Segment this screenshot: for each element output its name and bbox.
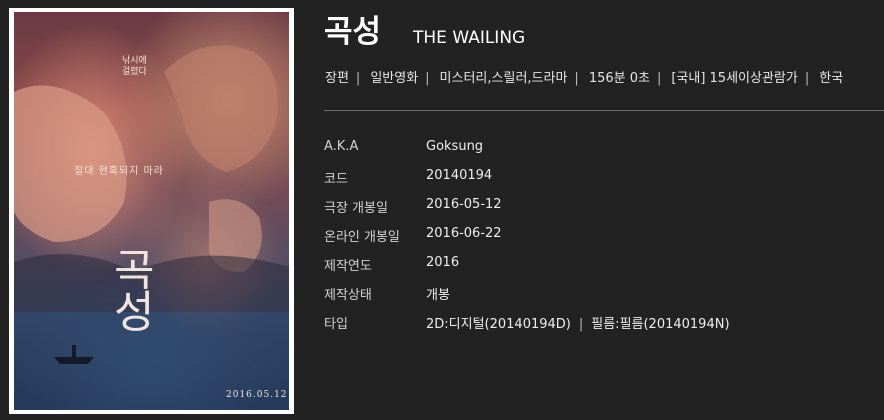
info-label-aka: A.K.A [324,139,359,154]
movie-title-korean: 곡성 [324,14,382,50]
poster-tagline-line2: 걸렸다 [122,67,147,77]
meta-runtime: 156분 0초 [588,71,650,86]
poster-figure-man [164,45,278,173]
info-value-online-release: 2016-06-22 [426,226,502,241]
info-value-type: 2D:디지털(20140194D) | 필름:필름(20140194N) [426,313,730,332]
movie-poster-frame: 낚시에 걸렸다 절대 현혹되지 마라 곡성 2016.05.12 [9,8,294,414]
poster-tagline-line1: 낚시에 [122,56,147,66]
meta-separator: | [425,71,430,86]
type-film: 필름:필름(20140194N) [591,317,730,332]
poster-date: 2016.05.12 [226,390,288,400]
meta-length: 장편 [325,71,349,86]
info-value-production-year: 2016 [426,255,460,270]
info-label-production-status: 제작상태 [324,288,372,303]
info-value-production-status: 개봉 [426,288,450,303]
meta-rating: [국내] 15세이상관람가 [671,71,798,86]
poster-boat-figure [72,345,76,357]
meta-separator: | [656,71,662,86]
info-label-theatrical-release: 극장 개봉일 [324,201,388,216]
poster-title: 곡성 [114,245,155,338]
meta-genre: 미스터리,스릴러,드라마 [439,71,568,86]
meta-separator: | [574,71,579,86]
meta-separator: | [804,71,810,86]
movie-poster[interactable]: 낚시에 걸렸다 절대 현혹되지 마라 곡성 2016.05.12 [14,12,289,410]
info-label-online-release: 온라인 개봉일 [324,230,400,245]
section-divider [324,110,884,111]
type-separator: | [578,317,584,332]
info-label-production-year: 제작연도 [324,259,372,274]
meta-separator: | [355,71,361,86]
movie-meta: 장편 | 일반영화 | 미스터리,스릴러,드라마 | 156분 0초 | [국내] 15세이상관… [325,67,843,86]
meta-country: 한국 [819,71,844,86]
poster-mid-text: 절대 현혹되지 마라 [74,166,164,177]
poster-boat [54,357,94,364]
movie-title-english: THE WAILING [413,28,526,48]
type-digital: 2D:디지털(20140194D) [426,317,571,332]
info-label-code: 코드 [324,172,348,187]
info-value-aka: Goksung [426,139,484,154]
info-value-code: 20140194 [426,168,493,183]
info-value-theatrical-release: 2016-05-12 [426,197,502,212]
poster-artwork [14,45,289,410]
poster-tagline: 낚시에 걸렸다 [122,56,147,78]
meta-category: 일반영화 [370,71,419,86]
info-label-type: 타입 [324,317,348,332]
